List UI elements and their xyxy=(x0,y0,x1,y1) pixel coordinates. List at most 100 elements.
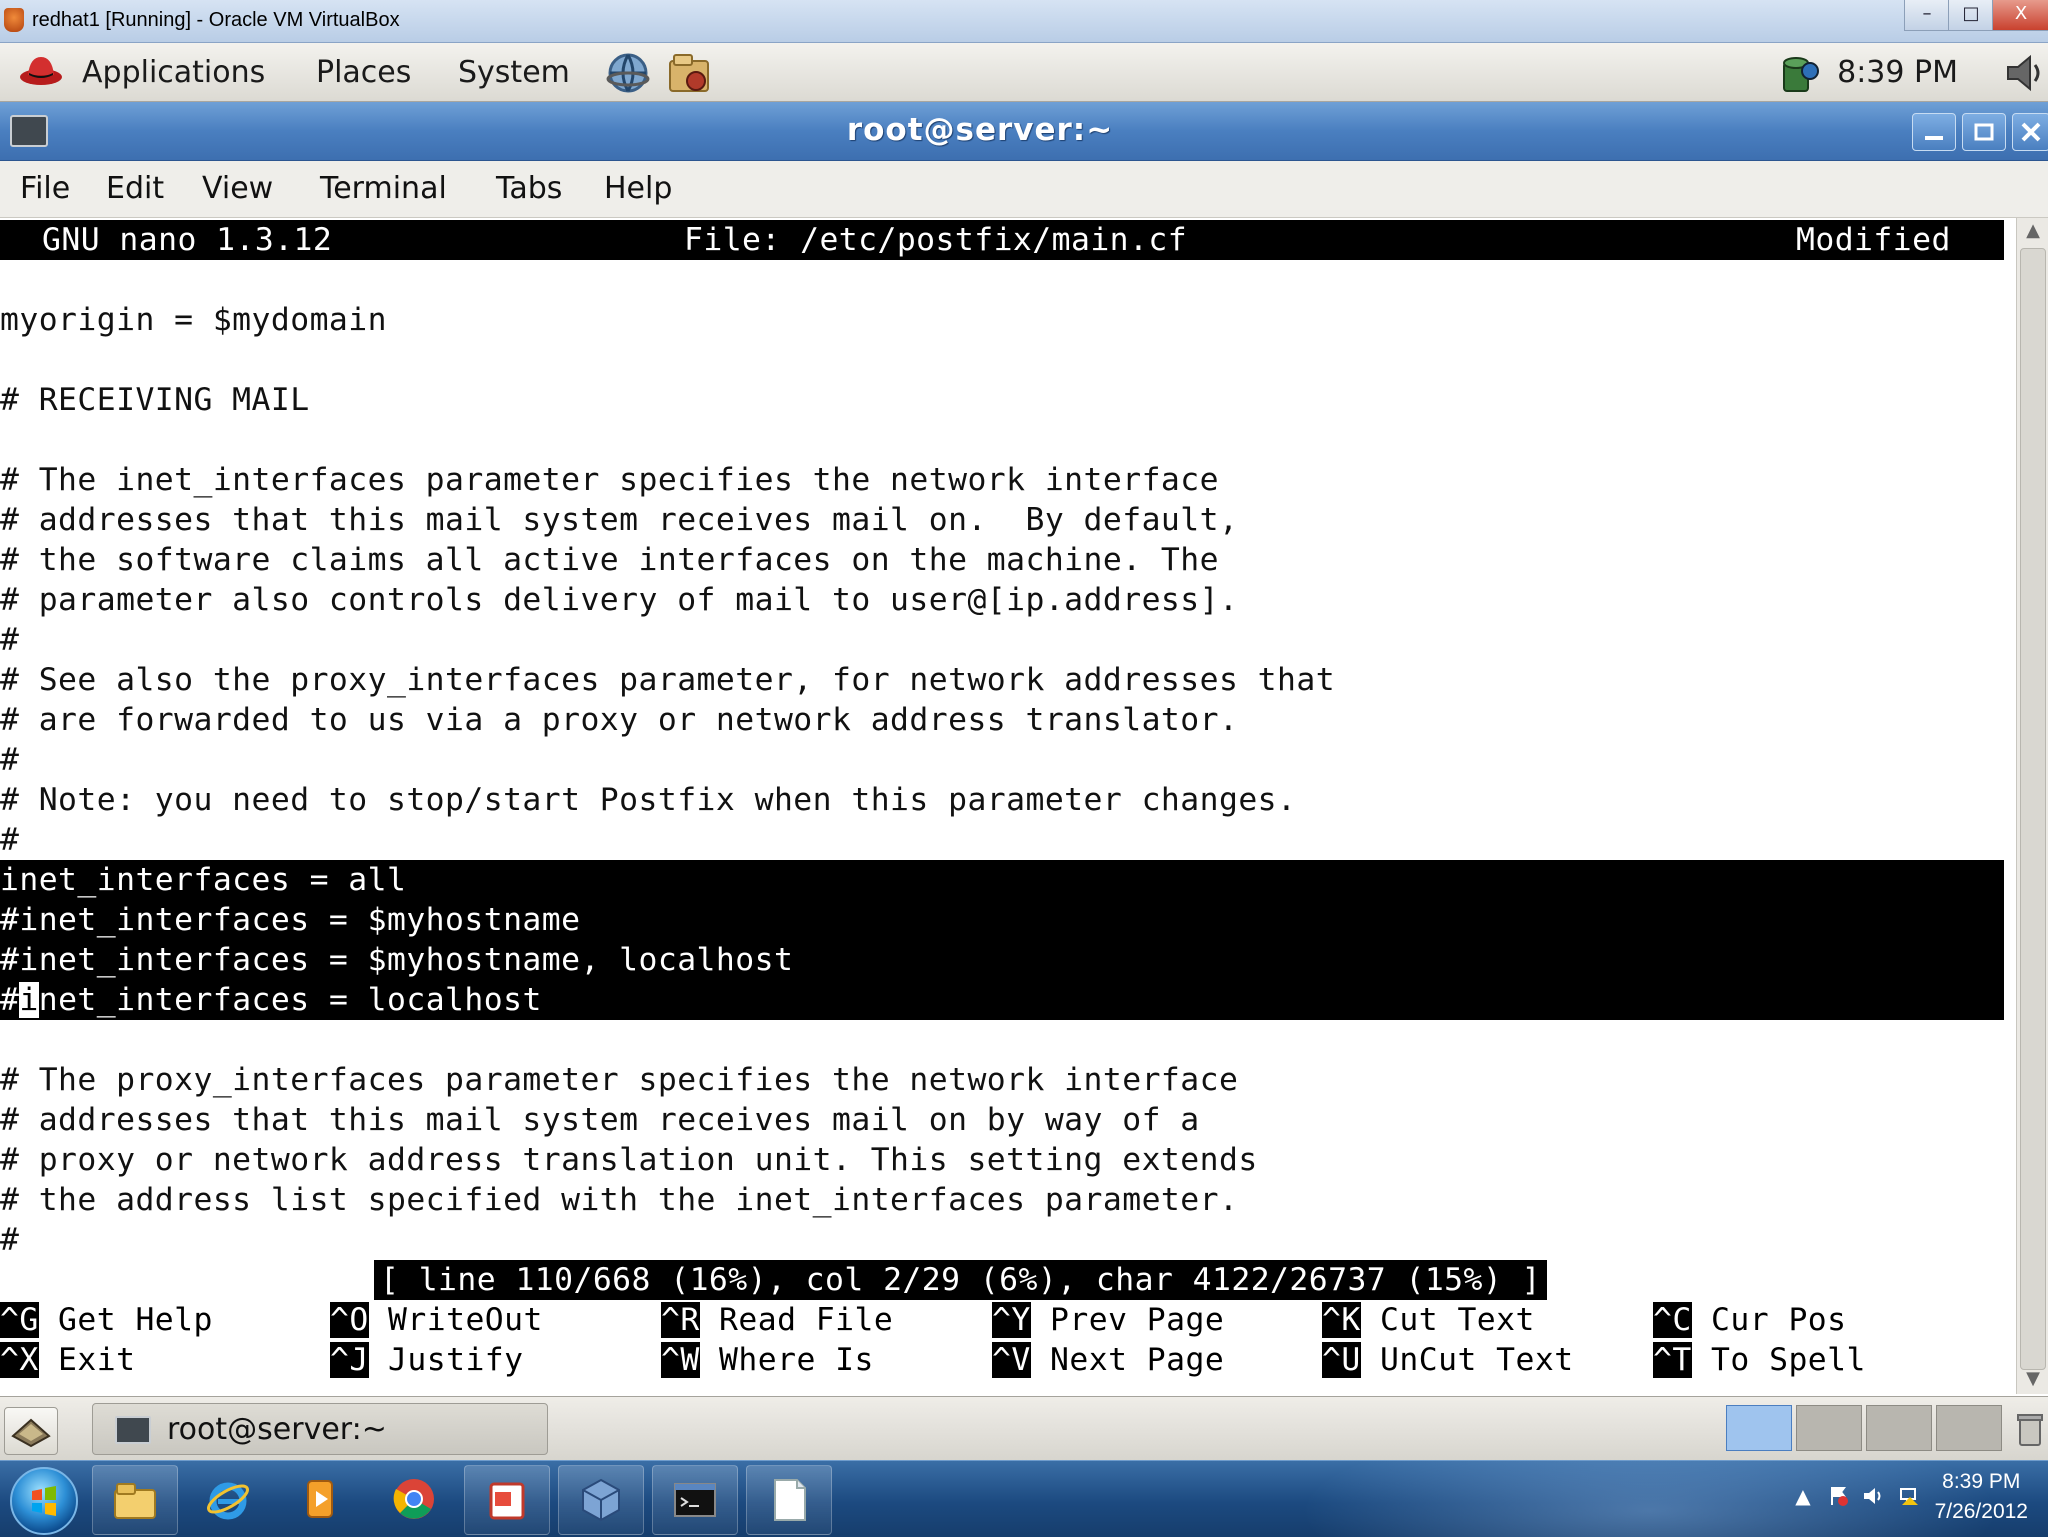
terminal-scrollbar[interactable]: ▲ ▼ xyxy=(2016,218,2048,1394)
update-notifier-icon[interactable] xyxy=(1774,49,1822,97)
text-line: # xyxy=(0,622,20,658)
text-line: # xyxy=(0,742,20,778)
windows-taskbar: ▲ 8:39 PM 7/26/2012 xyxy=(0,1460,2048,1537)
media-player-icon xyxy=(307,1480,333,1518)
panel-clock[interactable]: 8:39 PM xyxy=(1837,55,1958,90)
selected-line: #inet_interfaces = $myhostname xyxy=(0,902,581,938)
terminal-menubar: File Edit View Terminal Tabs Help xyxy=(0,161,2048,218)
network-globe-icon[interactable] xyxy=(604,49,652,97)
taskbar-media-player-button[interactable] xyxy=(278,1465,362,1533)
menu-help[interactable]: Help xyxy=(604,171,672,206)
cursor-line-prefix: # xyxy=(0,982,20,1018)
tray-volume-icon[interactable] xyxy=(1862,1485,1884,1507)
text-line: # xyxy=(0,1222,20,1258)
shortcut-cur-pos: ^C Cur Pos xyxy=(1653,1302,1847,1338)
file-manager-icon[interactable] xyxy=(666,49,714,97)
virtualbox-cube-icon xyxy=(582,1478,620,1522)
gnome-top-panel: Applications Places System 8:39 PM xyxy=(0,43,2048,102)
virtualbox-minimize-button[interactable]: – xyxy=(1904,0,1950,31)
cursor-line-rest: net_interfaces = localhost xyxy=(38,982,542,1018)
selected-line: #inet_interfaces = $myhostname, localhos… xyxy=(0,942,794,978)
workspace-1[interactable] xyxy=(1726,1405,1792,1451)
menu-terminal[interactable]: Terminal xyxy=(320,171,447,206)
windows-clock-time: 8:39 PM xyxy=(1942,1470,2021,1493)
shortcut-get-help: ^G Get Help xyxy=(0,1302,213,1338)
blank-document-icon xyxy=(774,1479,806,1521)
tray-network-icon[interactable] xyxy=(1898,1485,1920,1507)
taskbar-office-button[interactable] xyxy=(464,1465,550,1535)
text-line: # The inet_interfaces parameter specifie… xyxy=(0,462,1219,498)
scroll-down-icon[interactable]: ▼ xyxy=(2021,1368,2045,1392)
terminal-close-button[interactable] xyxy=(2012,113,2048,151)
gnome-bottom-panel: root@server:~ xyxy=(0,1396,2048,1461)
virtualbox-title-bar: redhat1 [Running] - Oracle VM VirtualBox… xyxy=(0,0,2048,43)
action-center-flag-icon[interactable] xyxy=(1828,1485,1850,1507)
terminal-minimize-button[interactable] xyxy=(1912,113,1956,151)
menu-edit[interactable]: Edit xyxy=(106,171,164,206)
terminal-maximize-button[interactable] xyxy=(1962,113,2006,151)
text-line: myorigin = $mydomain xyxy=(0,302,387,338)
text-line: # proxy or network address translation u… xyxy=(0,1142,1258,1178)
trash-icon[interactable] xyxy=(2014,1409,2046,1449)
windows-clock-date: 7/26/2012 xyxy=(1934,1500,2028,1523)
nano-header-bar: GNU nano 1.3.12 File: /etc/postfix/main.… xyxy=(0,220,2004,260)
tray-show-hidden-icon[interactable]: ▲ xyxy=(1792,1485,1814,1507)
nano-status-bar: [ line 110/668 (16%), col 2/29 (6%), cha… xyxy=(374,1260,1547,1300)
menu-file[interactable]: File xyxy=(20,171,70,206)
volume-speaker-icon[interactable] xyxy=(2000,49,2048,97)
command-prompt-icon xyxy=(674,1483,716,1517)
shortcut-where-is: ^W Where Is xyxy=(661,1342,874,1378)
terminal-content[interactable]: GNU nano 1.3.12 File: /etc/postfix/main.… xyxy=(0,218,2008,1394)
text-line: # the software claims all active interfa… xyxy=(0,542,1219,578)
system-menu[interactable]: System xyxy=(458,55,570,90)
menu-view[interactable]: View xyxy=(202,171,273,206)
windows-start-button[interactable] xyxy=(10,1467,78,1535)
nano-file-name: File: /etc/postfix/main.cf xyxy=(684,222,1188,258)
scrollbar-thumb[interactable] xyxy=(2020,248,2046,1370)
places-menu[interactable]: Places xyxy=(316,55,411,90)
taskbar-glow-decoration xyxy=(1300,1461,2000,1537)
virtualbox-window-title: redhat1 [Running] - Oracle VM VirtualBox xyxy=(32,9,400,31)
maximize-icon xyxy=(1974,123,1994,141)
shortcut-prev-page: ^Y Prev Page xyxy=(992,1302,1225,1338)
show-desktop-button[interactable] xyxy=(4,1407,58,1455)
terminal-task-icon xyxy=(115,1416,151,1444)
shortcut-to-spell: ^T To Spell xyxy=(1653,1342,1866,1378)
nano-modified-state: Modified xyxy=(1796,222,1951,258)
workspace-2[interactable] xyxy=(1796,1405,1862,1451)
chrome-icon xyxy=(393,1479,434,1519)
shortcut-next-page: ^V Next Page xyxy=(992,1342,1225,1378)
text-line: # addresses that this mail system receiv… xyxy=(0,1102,1200,1138)
terminal-window-title: root@server:~ xyxy=(846,112,1114,148)
text-cursor: i xyxy=(19,982,39,1018)
minimize-icon xyxy=(1925,136,1943,140)
taskbar-notepad-button[interactable] xyxy=(746,1465,832,1535)
shortcut-exit: ^X Exit xyxy=(0,1342,136,1378)
text-line: # parameter also controls delivery of ma… xyxy=(0,582,1239,618)
taskbar-ie-button[interactable] xyxy=(186,1465,270,1533)
workspace-4[interactable] xyxy=(1936,1405,2002,1451)
applications-menu[interactable]: Applications xyxy=(82,55,265,90)
taskbar-chrome-button[interactable] xyxy=(372,1465,456,1533)
office-document-icon xyxy=(489,1482,525,1520)
virtualbox-maximize-button[interactable]: □ xyxy=(1948,0,1994,31)
show-desktop-icon xyxy=(11,1418,51,1448)
text-line: # xyxy=(0,822,20,858)
menu-tabs[interactable]: Tabs xyxy=(496,171,562,206)
text-line: # Note: you need to stop/start Postfix w… xyxy=(0,782,1297,818)
workspace-3[interactable] xyxy=(1866,1405,1932,1451)
windows-clock[interactable]: 8:39 PM 7/26/2012 xyxy=(1935,1467,2028,1527)
selected-line: inet_interfaces = all xyxy=(0,862,407,898)
internet-explorer-icon xyxy=(207,1482,249,1520)
terminal-title-bar: root@server:~ xyxy=(0,102,2048,161)
shortcut-writeout: ^O WriteOut xyxy=(330,1302,543,1338)
taskbar-virtualbox-button[interactable] xyxy=(558,1465,644,1535)
scroll-up-icon[interactable]: ▲ xyxy=(2021,220,2045,244)
nano-version: GNU nano 1.3.12 xyxy=(42,222,333,258)
taskbar-explorer-button[interactable] xyxy=(92,1465,178,1535)
virtualbox-close-button[interactable]: X xyxy=(1992,0,2048,31)
taskbar-terminal-window[interactable]: root@server:~ xyxy=(92,1403,548,1455)
taskbar-cmd-button[interactable] xyxy=(652,1465,738,1535)
text-line: # See also the proxy_interfaces paramete… xyxy=(0,662,1336,698)
shortcut-uncut-text: ^U UnCut Text xyxy=(1322,1342,1574,1378)
